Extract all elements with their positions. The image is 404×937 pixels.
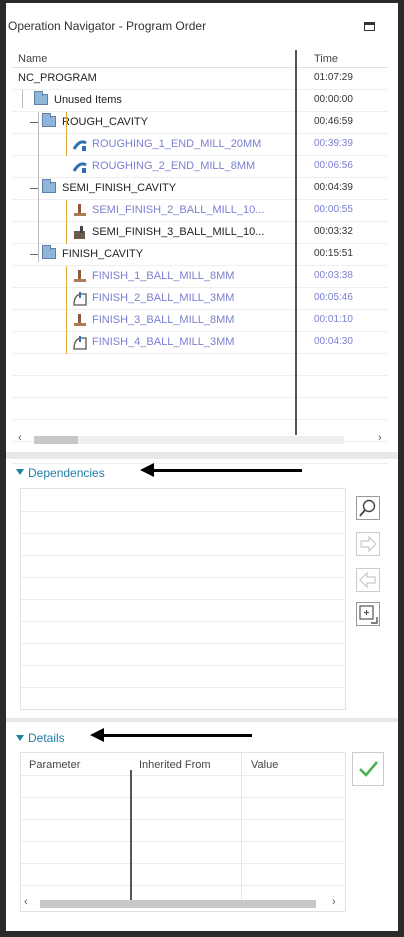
tree-row[interactable]: FINISH_1_BALL_MILL_8MM 00:03:38 (12, 266, 388, 288)
tree-row[interactable]: FINISH_CAVITY 00:15:51 (12, 244, 388, 266)
tree-row-label: FINISH_2_BALL_MILL_3MM (92, 292, 235, 304)
tree-row-time: 00:03:32 (314, 226, 353, 237)
scrollbar-thumb[interactable] (34, 436, 78, 444)
section-divider[interactable] (6, 718, 398, 722)
details-header-value[interactable]: Value (251, 759, 278, 771)
tree-connector-line (38, 112, 39, 262)
section-divider[interactable] (6, 452, 398, 459)
ball-mill-icon (74, 314, 86, 326)
tree-row-time: 00:06:56 (314, 160, 353, 171)
tree-row-label: SEMI_FINISH_3_BALL_MILL_10... (92, 226, 265, 238)
cavity-mill-icon (72, 162, 87, 173)
tree-connector-line (66, 200, 67, 244)
tree-row-label: FINISH_CAVITY (62, 248, 144, 260)
tree-row-time: 00:04:39 (314, 182, 353, 193)
empty-tree-row (12, 398, 388, 420)
window-title: Operation Navigator - Program Order (8, 19, 207, 33)
folder-icon (42, 245, 56, 259)
collapse-icon[interactable] (30, 254, 38, 255)
horizontal-scrollbar[interactable] (34, 436, 344, 444)
tree-row-time: 00:03:38 (314, 270, 353, 281)
tree-row-time: 00:05:46 (314, 292, 353, 303)
tree-row[interactable]: FINISH_2_BALL_MILL_3MM 00:05:46 (12, 288, 388, 310)
tree-row[interactable]: ROUGHING_2_END_MILL_8MM 00:06:56 (12, 156, 388, 178)
folder-icon (34, 91, 48, 105)
scrollbar-thumb[interactable] (40, 900, 316, 908)
scroll-right-icon[interactable]: › (378, 432, 382, 444)
tree-row[interactable]: SEMI_FINISH_CAVITY 00:04:39 (12, 178, 388, 200)
tree-row-label: NC_PROGRAM (18, 72, 97, 84)
column-separator[interactable] (295, 50, 297, 435)
tree-connector-line (22, 90, 23, 108)
scroll-right-icon[interactable]: › (332, 896, 336, 908)
collapse-details-icon[interactable] (16, 735, 24, 741)
maximize-icon[interactable] (364, 22, 375, 31)
arrow-right-icon[interactable] (356, 532, 380, 556)
tree-row-label: ROUGHING_1_END_MILL_20MM (92, 138, 262, 150)
collapse-dependencies-icon[interactable] (16, 469, 24, 475)
tree-row-time: 01:07:29 (314, 72, 353, 83)
tree-row-time: 00:01:10 (314, 314, 353, 325)
contour-mill-icon (73, 292, 87, 306)
tree-row-label: FINISH_4_BALL_MILL_3MM (92, 336, 235, 348)
apply-button[interactable] (352, 752, 384, 786)
tree-row-label: ROUGH_CAVITY (62, 116, 148, 128)
tree-row[interactable]: SEMI_FINISH_3_BALL_MILL_10... 00:03:32 (12, 222, 388, 244)
folder-icon (42, 179, 56, 193)
tree-row-time: 00:00:55 (314, 204, 353, 215)
tree-row-time: 00:15:51 (314, 248, 353, 259)
dependencies-title[interactable]: Dependencies (28, 466, 105, 480)
scroll-left-icon[interactable]: ‹ (24, 896, 28, 908)
annotation-arrow (102, 734, 252, 737)
empty-tree-row (12, 354, 388, 376)
details-title[interactable]: Details (28, 731, 65, 745)
empty-tree-row (12, 376, 388, 398)
tree-row-label: ROUGHING_2_END_MILL_8MM (92, 160, 256, 172)
tree-row-label: FINISH_3_BALL_MILL_8MM (92, 314, 235, 326)
tree-row[interactable]: Unused Items 00:00:00 (12, 90, 388, 112)
details-table[interactable]: Parameter Inherited From Value (20, 752, 346, 912)
column-header-name[interactable]: Name (18, 53, 47, 65)
tree-row-label: SEMI_FINISH_CAVITY (62, 182, 177, 194)
surface-mill-icon (74, 226, 85, 239)
ball-mill-icon (74, 204, 86, 216)
tree-connector-line (66, 266, 67, 354)
column-separator[interactable] (130, 770, 132, 900)
arrow-left-icon[interactable] (356, 568, 380, 592)
details-header-parameter[interactable]: Parameter (29, 759, 80, 771)
tree-row[interactable]: SEMI_FINISH_2_BALL_MILL_10... 00:00:55 (12, 200, 388, 222)
scroll-left-icon[interactable]: ‹ (18, 432, 22, 444)
tree-row-time: 00:04:30 (314, 336, 353, 347)
details-header-inherited-from[interactable]: Inherited From (139, 759, 211, 771)
tree-row-label: SEMI_FINISH_2_BALL_MILL_10... (92, 204, 265, 216)
tree-row-time: 00:46:59 (314, 116, 353, 127)
folder-icon (42, 113, 56, 127)
collapse-icon[interactable] (30, 188, 38, 189)
search-icon[interactable] (356, 496, 380, 520)
cavity-mill-icon (72, 140, 87, 151)
tree-row-label: Unused Items (54, 94, 122, 106)
tree-row-label: FINISH_1_BALL_MILL_8MM (92, 270, 235, 282)
tree-row[interactable]: FINISH_4_BALL_MILL_3MM 00:04:30 (12, 332, 388, 354)
contour-mill-icon (73, 336, 87, 350)
tree-row-time: 00:39:39 (314, 138, 353, 149)
tree-row[interactable]: FINISH_3_BALL_MILL_8MM 00:01:10 (12, 310, 388, 332)
tree-row[interactable]: ROUGHING_1_END_MILL_20MM 00:39:39 (12, 134, 388, 156)
zoom-region-icon[interactable] (356, 602, 380, 626)
tree-row[interactable]: NC_PROGRAM 01:07:29 (12, 68, 388, 90)
annotation-arrow (152, 469, 302, 472)
collapse-icon[interactable] (30, 122, 38, 123)
tree-row-time: 00:00:00 (314, 94, 353, 105)
tree-row[interactable]: ROUGH_CAVITY 00:46:59 (12, 112, 388, 134)
checkmark-icon (359, 761, 378, 777)
column-header-time[interactable]: Time (314, 53, 338, 65)
ball-mill-icon (74, 270, 86, 282)
tree-connector-line (66, 112, 67, 156)
dependencies-list[interactable] (20, 488, 346, 710)
